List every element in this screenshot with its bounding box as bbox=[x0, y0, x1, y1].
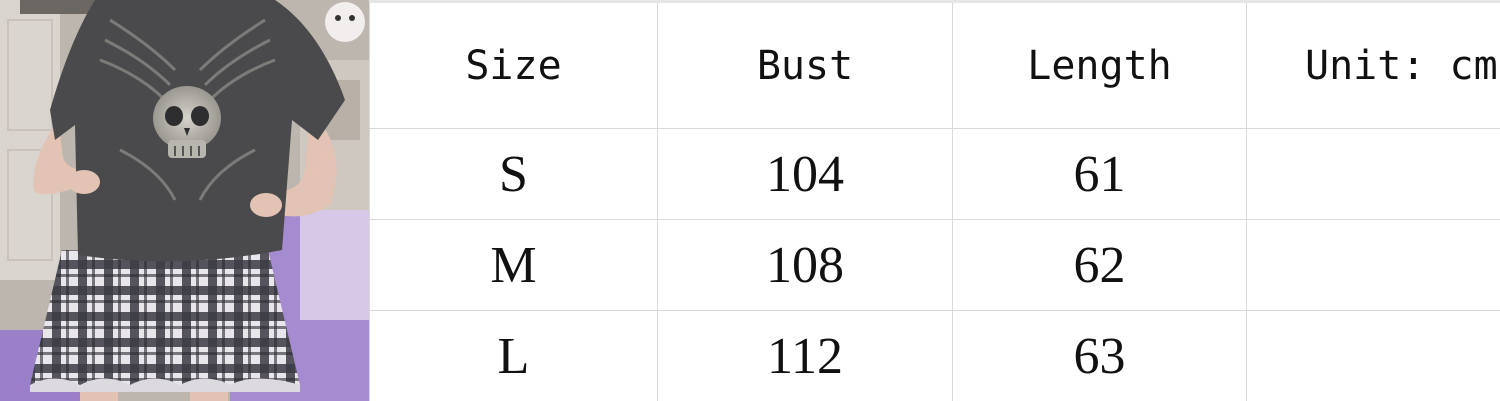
cell-size: L bbox=[369, 310, 658, 401]
cell-note bbox=[1246, 219, 1500, 311]
cell-note bbox=[1246, 310, 1500, 401]
product-photo bbox=[0, 0, 369, 401]
cell-size: S bbox=[369, 128, 658, 220]
header-size: Size bbox=[369, 0, 658, 129]
cell-bust: 104 bbox=[657, 128, 953, 220]
product-photo-illustration bbox=[0, 0, 369, 401]
cell-size: M bbox=[369, 219, 658, 311]
cell-bust: 108 bbox=[657, 219, 953, 311]
size-chart-page: Size Bust Length Unit: cm S 104 61 M 108… bbox=[0, 0, 1500, 401]
wall-decor bbox=[325, 2, 365, 42]
header-length: Length bbox=[952, 0, 1247, 129]
table-row: M 108 62 bbox=[369, 219, 1500, 311]
cell-length: 61 bbox=[952, 128, 1247, 220]
header-unit: Unit: cm bbox=[1246, 0, 1500, 129]
cell-bust: 112 bbox=[657, 310, 953, 401]
cell-length: 63 bbox=[952, 310, 1247, 401]
cell-note bbox=[1246, 128, 1500, 220]
table-header-row: Size Bust Length Unit: cm bbox=[369, 0, 1500, 129]
table-row: L 112 63 bbox=[369, 310, 1500, 401]
size-chart-table: Size Bust Length Unit: cm S 104 61 M 108… bbox=[369, 0, 1500, 401]
wall-hooks bbox=[20, 0, 100, 14]
header-bust: Bust bbox=[657, 0, 953, 129]
table-row: S 104 61 bbox=[369, 128, 1500, 220]
cell-length: 62 bbox=[952, 219, 1247, 311]
plaid-skirt bbox=[30, 250, 300, 385]
